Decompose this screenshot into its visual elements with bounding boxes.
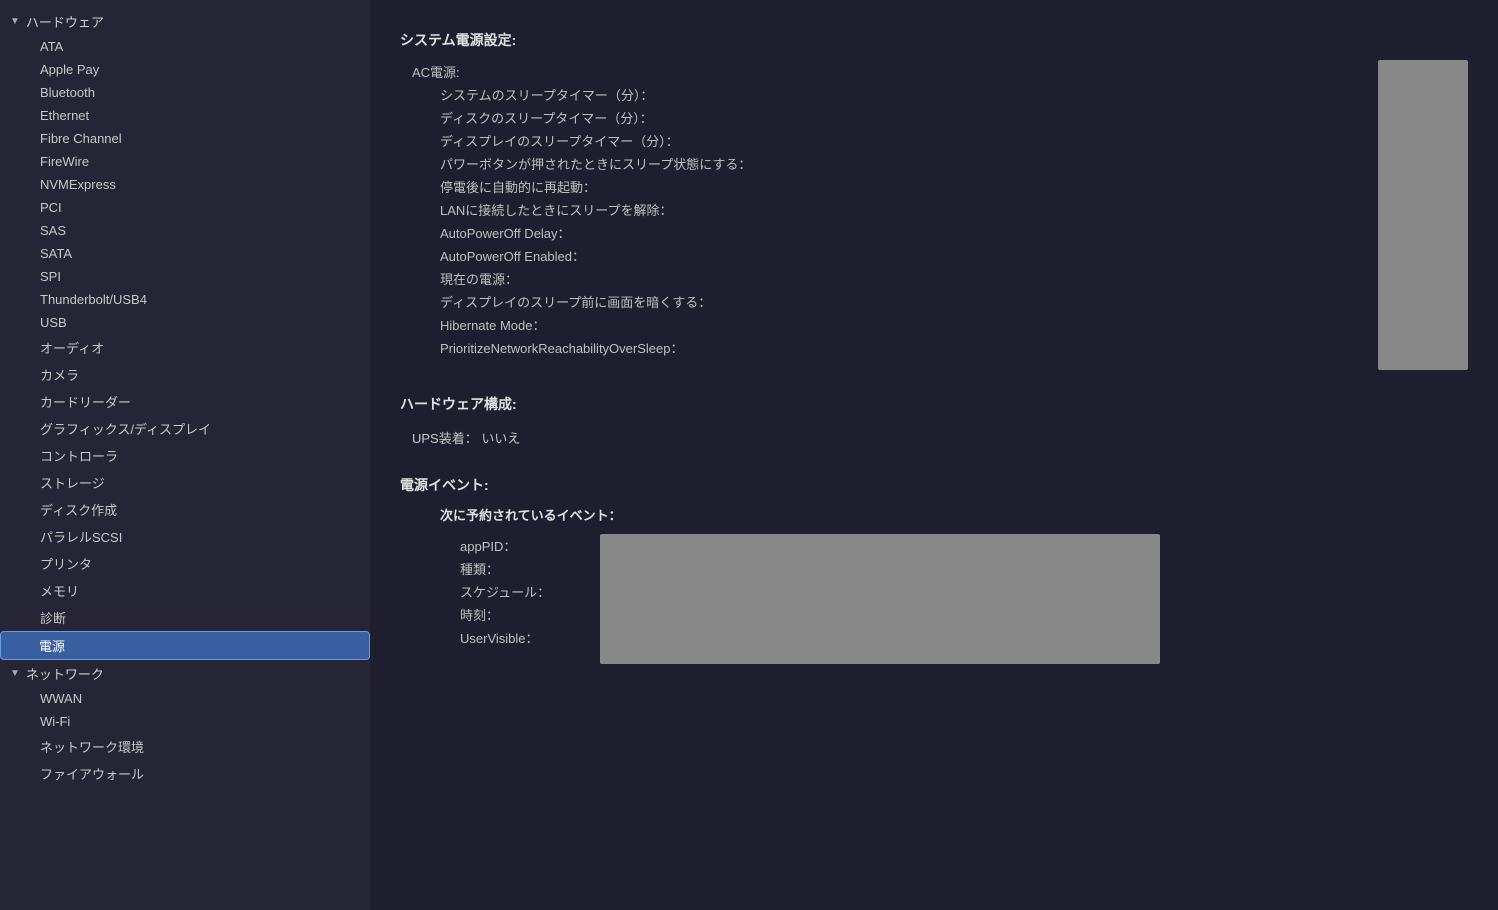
- scheduled-row-4: UserVisible：: [460, 626, 580, 649]
- scheduled-event-graphic: [600, 534, 1160, 664]
- sidebar-item-wifi[interactable]: Wi-Fi: [0, 710, 370, 733]
- ac-row-label-5: LANに接続したときにスリープを解除：: [440, 200, 780, 219]
- sidebar-item-parallel-scsi[interactable]: パラレルSCSI: [0, 523, 370, 550]
- sidebar-item-power[interactable]: 電源: [0, 631, 370, 660]
- power-events-title: 電源イベント:: [400, 475, 1468, 495]
- ac-row-2: ディスプレイのスリープタイマー（分）：: [400, 129, 1358, 152]
- scheduled-row-label-2: スケジュール：: [460, 582, 560, 601]
- scheduled-events-title: 次に予約されているイベント：: [440, 505, 1468, 524]
- ac-power-label: AC電源:: [412, 62, 752, 81]
- scheduled-row-label-1: 種類：: [460, 559, 560, 578]
- sidebar-item-wwan[interactable]: WWAN: [0, 687, 370, 710]
- ac-row-label-3: パワーボタンが押されたときにスリープ状態にする：: [440, 154, 780, 173]
- sidebar-item-thunderbolt[interactable]: Thunderbolt/USB4: [0, 288, 370, 311]
- scheduled-row-1: 種類：: [460, 557, 580, 580]
- sidebar-item-apple-pay[interactable]: Apple Pay: [0, 58, 370, 81]
- system-power-section: システム電源設定: AC電源: システムのスリープタイマー（分）： ディスクのスリ…: [400, 30, 1468, 370]
- sidebar-item-pci[interactable]: PCI: [0, 196, 370, 219]
- sidebar-item-network-env[interactable]: ネットワーク環境: [0, 733, 370, 760]
- ac-row-11: PrioritizeNetworkReachabilityOverSleep：: [400, 336, 1358, 359]
- ac-row-10: Hibernate Mode：: [400, 313, 1358, 336]
- sidebar-item-card-reader[interactable]: カードリーダー: [0, 388, 370, 415]
- sidebar-item-bluetooth[interactable]: Bluetooth: [0, 81, 370, 104]
- sidebar-item-controller[interactable]: コントローラ: [0, 442, 370, 469]
- ac-fields: AC電源: システムのスリープタイマー（分）： ディスクのスリープタイマー（分）：…: [400, 60, 1358, 370]
- ac-row-label-10: Hibernate Mode：: [440, 315, 780, 334]
- main-content: システム電源設定: AC電源: システムのスリープタイマー（分）： ディスクのスリ…: [370, 0, 1498, 910]
- ac-rows-container: システムのスリープタイマー（分）： ディスクのスリープタイマー（分）： ディスプレイ…: [400, 83, 1358, 359]
- sidebar-hardware-items: ATAApple PayBluetoothEthernetFibre Chann…: [0, 35, 370, 660]
- hardware-config-title: ハードウェア構成:: [400, 394, 1468, 414]
- sidebar-item-ethernet[interactable]: Ethernet: [0, 104, 370, 127]
- sidebar-group-network[interactable]: ▼ ネットワーク: [0, 660, 370, 687]
- ac-row-label-11: PrioritizeNetworkReachabilityOverSleep：: [440, 338, 780, 357]
- scheduled-row-label-4: UserVisible：: [460, 628, 560, 647]
- ups-value: いいえ: [481, 431, 520, 446]
- ups-label: UPS装着：: [412, 431, 478, 446]
- ac-row-label-4: 停電後に自動的に再起動：: [440, 177, 780, 196]
- sidebar: ▼ ハードウェア ATAApple PayBluetoothEthernetFi…: [0, 0, 370, 910]
- scheduled-row-label-0: appPID：: [460, 536, 560, 555]
- sidebar-item-spi[interactable]: SPI: [0, 265, 370, 288]
- ups-row: UPS装着： いいえ: [400, 424, 1468, 451]
- sidebar-item-firewall[interactable]: ファイアウォール: [0, 760, 370, 787]
- ac-row-0: システムのスリープタイマー（分）：: [400, 83, 1358, 106]
- scheduled-row-label-3: 時刻：: [460, 605, 560, 624]
- sidebar-item-firewire[interactable]: FireWire: [0, 150, 370, 173]
- ac-row-label-9: ディスプレイのスリープ前に画面を暗くする：: [440, 292, 780, 311]
- ac-graphic: [1378, 60, 1468, 370]
- ac-row-9: ディスプレイのスリープ前に画面を暗くする：: [400, 290, 1358, 313]
- ac-row-label-8: 現在の電源：: [440, 269, 780, 288]
- sidebar-item-camera[interactable]: カメラ: [0, 361, 370, 388]
- ac-row-label-0: システムのスリープタイマー（分）：: [440, 85, 780, 104]
- ac-row-7: AutoPowerOff Enabled：: [400, 244, 1358, 267]
- scheduled-event-fields: appPID： 種類： スケジュール： 時刻： UserVisible：: [460, 534, 580, 664]
- scheduled-row-3: 時刻：: [460, 603, 580, 626]
- hardware-config-section: ハードウェア構成: UPS装着： いいえ: [400, 394, 1468, 451]
- sidebar-item-usb[interactable]: USB: [0, 311, 370, 334]
- sidebar-item-storage[interactable]: ストレージ: [0, 469, 370, 496]
- ac-section: AC電源: システムのスリープタイマー（分）： ディスクのスリープタイマー（分）：…: [400, 60, 1468, 370]
- ac-row-label-7: AutoPowerOff Enabled：: [440, 246, 780, 265]
- ac-row-3: パワーボタンが押されたときにスリープ状態にする：: [400, 152, 1358, 175]
- sidebar-item-disk-creation[interactable]: ディスク作成: [0, 496, 370, 523]
- sidebar-item-audio[interactable]: オーディオ: [0, 334, 370, 361]
- system-power-title: システム電源設定:: [400, 30, 1468, 50]
- ac-power-row: AC電源:: [400, 60, 1358, 83]
- sidebar-item-nvmexpress[interactable]: NVMExpress: [0, 173, 370, 196]
- ac-row-label-6: AutoPowerOff Delay：: [440, 223, 780, 242]
- sidebar-item-diagnostics[interactable]: 診断: [0, 604, 370, 631]
- sidebar-item-ata[interactable]: ATA: [0, 35, 370, 58]
- ac-row-8: 現在の電源：: [400, 267, 1358, 290]
- sidebar-item-memory[interactable]: メモリ: [0, 577, 370, 604]
- ac-row-5: LANに接続したときにスリープを解除：: [400, 198, 1358, 221]
- chevron-down-icon-2: ▼: [10, 668, 20, 679]
- sidebar-item-sas[interactable]: SAS: [0, 219, 370, 242]
- ac-row-4: 停電後に自動的に再起動：: [400, 175, 1358, 198]
- sidebar-group-network-label: ネットワーク: [26, 664, 104, 683]
- chevron-down-icon: ▼: [10, 16, 20, 27]
- sidebar-item-printer[interactable]: プリンタ: [0, 550, 370, 577]
- ac-row-6: AutoPowerOff Delay：: [400, 221, 1358, 244]
- sidebar-network-items: WWANWi-Fiネットワーク環境ファイアウォール: [0, 687, 370, 787]
- sidebar-group-hardware-label: ハードウェア: [26, 12, 104, 31]
- scheduled-row-2: スケジュール：: [460, 580, 580, 603]
- power-events-section: 電源イベント: 次に予約されているイベント： appPID： 種類： スケジュール：…: [400, 475, 1468, 664]
- sidebar-group-hardware[interactable]: ▼ ハードウェア: [0, 8, 370, 35]
- sidebar-item-fibre-channel[interactable]: Fibre Channel: [0, 127, 370, 150]
- scheduled-event-block: appPID： 種類： スケジュール： 時刻： UserVisible：: [400, 534, 1468, 664]
- scheduled-row-0: appPID：: [460, 534, 580, 557]
- ac-row-label-2: ディスプレイのスリープタイマー（分）：: [440, 131, 780, 150]
- ac-row-1: ディスクのスリープタイマー（分）：: [400, 106, 1358, 129]
- ac-row-label-1: ディスクのスリープタイマー（分）：: [440, 108, 780, 127]
- sidebar-item-sata[interactable]: SATA: [0, 242, 370, 265]
- sidebar-item-graphics[interactable]: グラフィックス/ディスプレイ: [0, 415, 370, 442]
